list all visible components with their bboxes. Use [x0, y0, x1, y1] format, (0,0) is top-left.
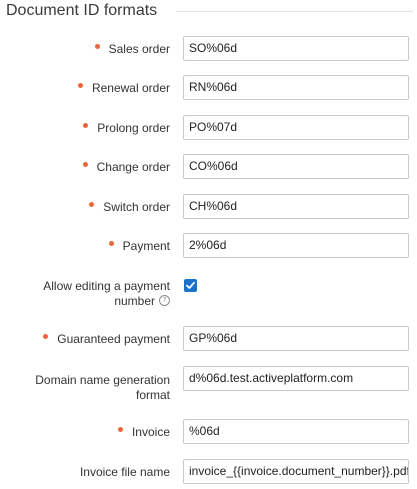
guaranteed-payment-label: Guaranteed payment: [43, 332, 170, 347]
required-indicator: [83, 123, 89, 129]
domain-name-generation-format-input[interactable]: d%06d.test.activeplatform.com: [183, 366, 409, 391]
required-indicator: [117, 427, 123, 433]
renewal-order-input[interactable]: RN%06d: [183, 75, 409, 100]
required-indicator: [77, 83, 83, 89]
prolong-order-row: Prolong order PO%07d: [0, 115, 417, 142]
renewal-order-label: Renewal order: [77, 81, 170, 96]
invoice-row: Invoice %06d: [0, 419, 417, 446]
question-circle-icon[interactable]: ?: [159, 295, 170, 307]
required-indicator: [82, 162, 88, 168]
payment-label: Payment: [108, 239, 170, 254]
section-divider: [176, 11, 413, 12]
required-indicator: [43, 334, 49, 340]
invoice-input[interactable]: %06d: [183, 419, 409, 444]
invoice-label: Invoice: [117, 425, 170, 440]
domain-name-generation-format-label: Domain name generation format: [35, 373, 170, 402]
prolong-order-input[interactable]: PO%07d: [183, 115, 409, 140]
sales-order-row: Sales order SO%06d: [0, 36, 417, 63]
section-header: Document ID formats: [0, 0, 417, 24]
payment-input[interactable]: 2%06d: [183, 233, 409, 258]
change-order-row: Change order CO%06d: [0, 154, 417, 181]
sales-order-label: Sales order: [94, 42, 170, 57]
checkmark-icon: [186, 281, 195, 289]
allow-editing-payment-number-label: Allow editing a payment number?: [43, 279, 170, 308]
allow-editing-payment-number-checkbox[interactable]: [184, 279, 197, 292]
change-order-label: Change order: [82, 160, 170, 175]
invoice-file-name-row: Invoice file name invoice_{{invoice.docu…: [0, 459, 417, 486]
required-indicator: [89, 202, 95, 208]
switch-order-label: Switch order: [89, 200, 170, 215]
payment-row: Payment 2%06d: [0, 233, 417, 260]
switch-order-input[interactable]: CH%06d: [183, 194, 409, 219]
prolong-order-label: Prolong order: [83, 121, 170, 136]
required-indicator: [108, 241, 114, 247]
sales-order-input[interactable]: SO%06d: [183, 36, 409, 61]
renewal-order-row: Renewal order RN%06d: [0, 75, 417, 102]
required-indicator: [94, 44, 100, 50]
change-order-input[interactable]: CO%06d: [183, 154, 409, 179]
guaranteed-payment-row: Guaranteed payment GP%06d: [0, 326, 417, 353]
guaranteed-payment-input[interactable]: GP%06d: [183, 326, 409, 351]
domain-name-generation-format-row: Domain name generation format d%06d.test…: [0, 366, 417, 402]
section-title: Document ID formats: [6, 2, 158, 19]
invoice-file-name-input[interactable]: invoice_{{invoice.document_number}}.pdf: [183, 459, 409, 484]
switch-order-row: Switch order CH%06d: [0, 194, 417, 221]
invoice-file-name-label: Invoice file name: [79, 465, 170, 479]
allow-editing-payment-number-row: Allow editing a payment number?: [0, 277, 417, 311]
